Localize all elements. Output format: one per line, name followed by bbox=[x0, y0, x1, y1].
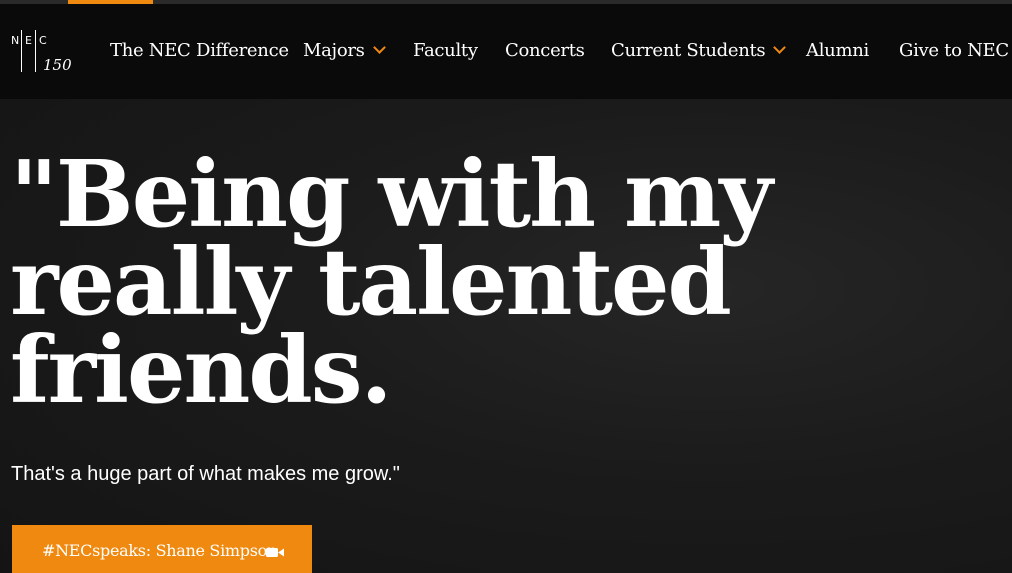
video-camera-icon bbox=[266, 548, 284, 557]
necspeaks-video-button[interactable]: #NECspeaks: Shane Simpson bbox=[12, 525, 312, 573]
nav-item-concerts[interactable]: Concerts bbox=[505, 40, 585, 61]
main-navigation-bar: N E C 150 The NEC Difference Majors Facu… bbox=[0, 4, 1012, 99]
nav-item-alumni[interactable]: Alumni bbox=[806, 40, 869, 61]
hero-headline-line: really talented bbox=[10, 228, 732, 336]
nav-item-label: Alumni bbox=[806, 40, 869, 61]
nav-item-current-students[interactable]: Current Students bbox=[611, 40, 787, 61]
nec-150-logo[interactable]: N E C 150 bbox=[10, 30, 74, 76]
nav-item-the-nec-difference[interactable]: The NEC Difference bbox=[110, 40, 289, 61]
chevron-down-icon bbox=[372, 41, 386, 54]
hero-headline-line: "Being with my bbox=[10, 140, 773, 248]
nav-item-label: The NEC Difference bbox=[110, 40, 289, 61]
hero-headline: "Being with my really talented friends. bbox=[10, 140, 773, 424]
hero-headline-line: friends. bbox=[10, 316, 393, 424]
nav-item-label: Give to NEC bbox=[899, 40, 1009, 61]
nav-item-label: Majors bbox=[303, 40, 365, 61]
chevron-down-icon bbox=[773, 41, 787, 54]
logo-letter-e: E bbox=[25, 34, 33, 47]
nav-item-faculty[interactable]: Faculty bbox=[413, 40, 478, 61]
hero-subtext: That's a huge part of what makes me grow… bbox=[11, 463, 400, 485]
cta-label: #NECspeaks: Shane Simpson bbox=[42, 541, 277, 560]
nav-item-label: Current Students bbox=[611, 40, 766, 61]
nav-item-label: Concerts bbox=[505, 40, 585, 61]
nav-item-give-to-nec[interactable]: Give to NEC bbox=[899, 40, 1012, 61]
logo-divider bbox=[35, 30, 36, 72]
nav-item-label: Faculty bbox=[413, 40, 478, 61]
logo-year: 150 bbox=[43, 56, 72, 74]
logo-letter-c: C bbox=[39, 34, 48, 47]
logo-divider bbox=[21, 30, 22, 72]
nav-item-majors[interactable]: Majors bbox=[303, 40, 386, 61]
logo-letter-n: N bbox=[11, 34, 21, 47]
